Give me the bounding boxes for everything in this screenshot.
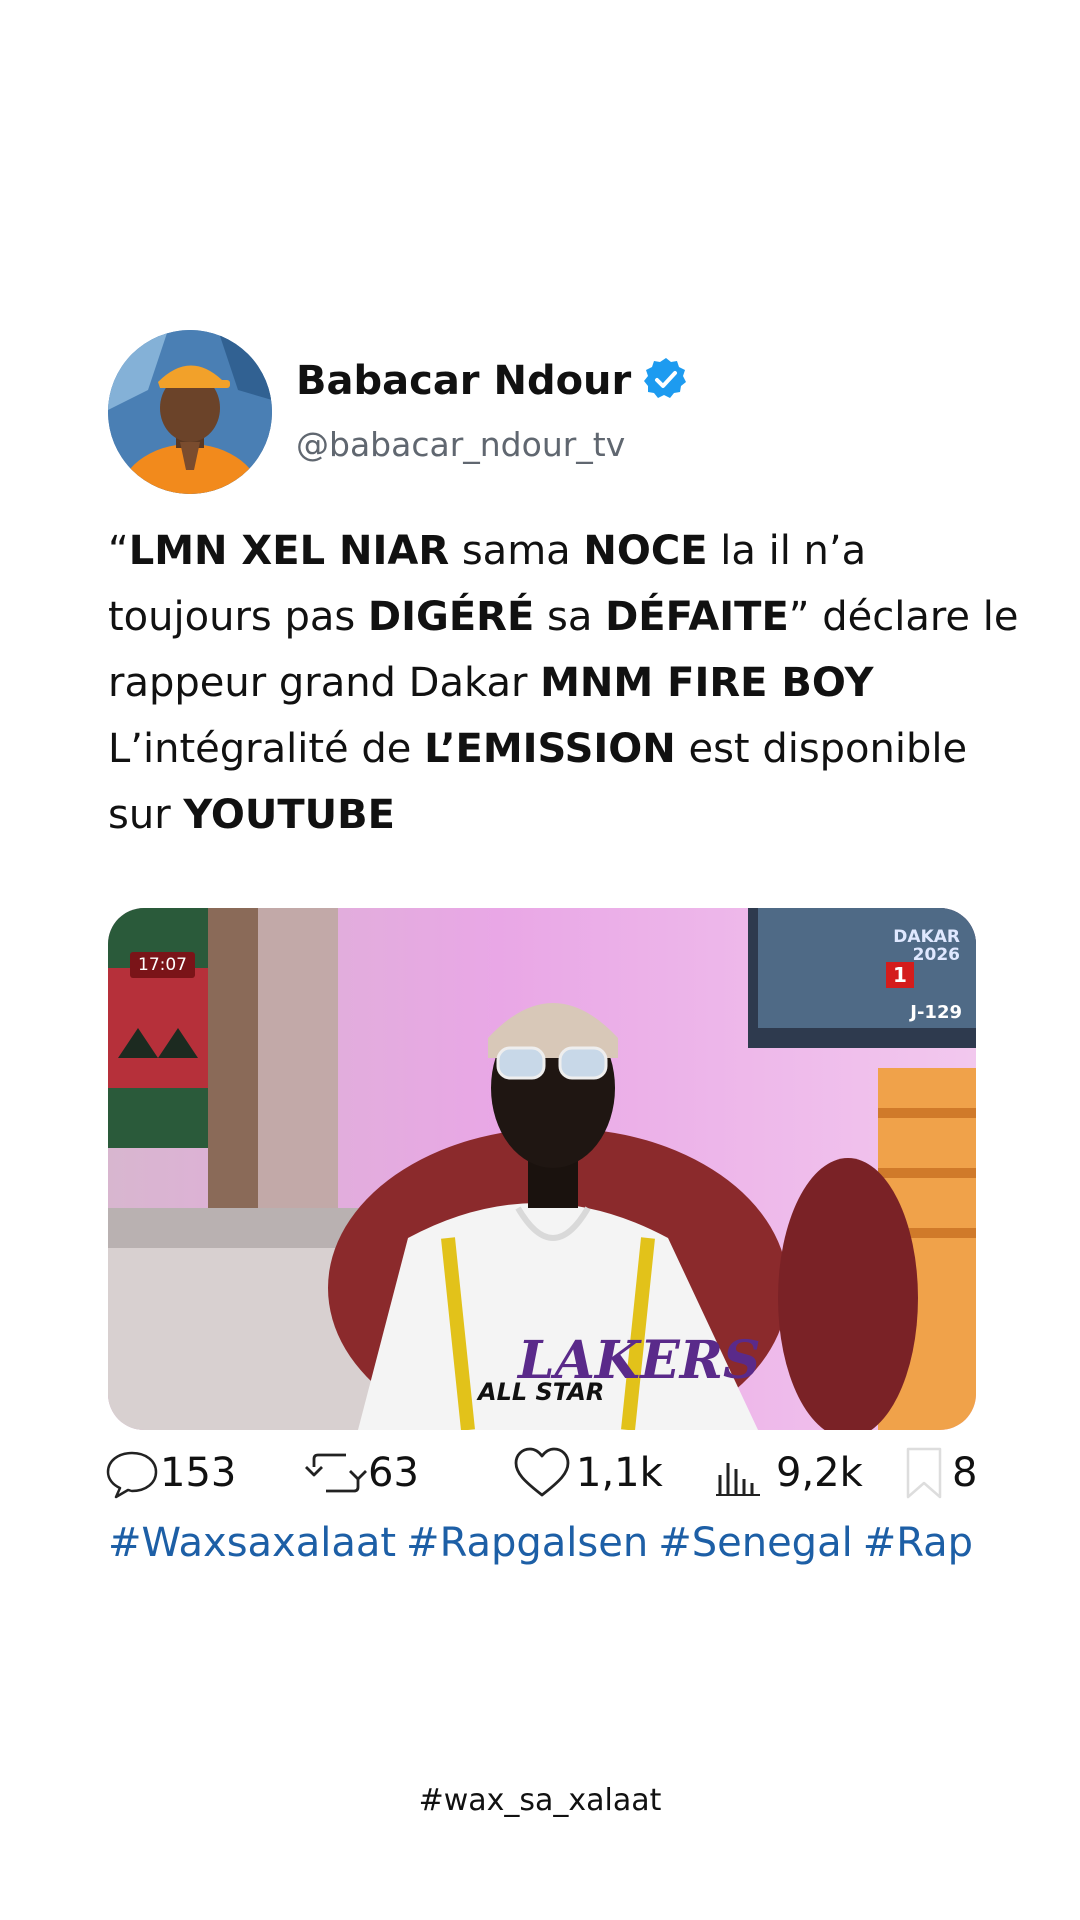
post-text-segment: sa xyxy=(534,594,606,640)
countdown-badge: J-129 xyxy=(910,1002,962,1023)
author-handle[interactable]: @babacar_ndour_tv xyxy=(296,425,625,464)
reply-count: 153 xyxy=(160,1450,237,1496)
author-name-text[interactable]: Babacar Ndour xyxy=(296,358,631,404)
bookmark-icon xyxy=(906,1447,942,1499)
post-text-segment: “ xyxy=(108,528,129,574)
bookmark-count: 8 xyxy=(952,1450,978,1496)
like-count: 1,1k xyxy=(576,1450,663,1496)
engagement-bar: 153 63 1,1k 9,2k 8 xyxy=(104,1440,984,1510)
author-avatar[interactable] xyxy=(108,330,272,494)
views-count: 9,2k xyxy=(776,1450,863,1496)
like-button[interactable]: 1,1k xyxy=(512,1440,663,1506)
reply-icon xyxy=(106,1451,158,1499)
avatar-image xyxy=(108,330,272,494)
post-author: Babacar Ndour @babacar_ndour_tv xyxy=(108,330,968,500)
bookmark-button[interactable]: 8 xyxy=(904,1440,977,1506)
repost-icon xyxy=(305,1453,367,1493)
post-text-segment: L’intégralité de xyxy=(108,726,425,772)
post-text: “LMN XEL NIAR sama NOCE la il n’a toujou… xyxy=(108,518,1038,848)
hashtag-link[interactable]: #Rap xyxy=(863,1520,973,1566)
verified-badge-icon xyxy=(643,356,689,402)
post-text-emphasis: MNM FIRE BOY xyxy=(540,660,874,706)
repost-count: 63 xyxy=(368,1450,419,1496)
hashtag-link[interactable]: #Rapgalsen xyxy=(406,1520,648,1566)
author-name[interactable]: Babacar Ndour xyxy=(296,358,689,406)
hashtag-list: #Waxsaxalaat #Rapgalsen #Senegal #Rap xyxy=(108,1520,1008,1566)
views-chart-icon xyxy=(716,1463,760,1496)
hashtag-link[interactable]: #Waxsaxalaat xyxy=(108,1520,396,1566)
post-text-segment: sama xyxy=(449,528,584,574)
post-card: Babacar Ndour @babacar_ndour_tv “LMN XEL… xyxy=(0,0,1080,1920)
repost-button[interactable]: 63 xyxy=(304,1440,419,1506)
media-image: LAKERS xyxy=(108,908,976,1430)
footer-tag: #wax_sa_xalaat xyxy=(418,1783,662,1818)
media-timestamp: 17:07 xyxy=(130,952,195,978)
views-button[interactable]: 9,2k xyxy=(712,1440,863,1506)
jersey-label: ALL STAR xyxy=(478,1378,605,1406)
post-text-emphasis: NOCE xyxy=(583,528,708,574)
post-media[interactable]: LAKERS 17:07 DAKAR 2026 1 J-129 ALL STAR xyxy=(108,908,976,1430)
post-text-emphasis: DÉFAITE xyxy=(605,594,789,640)
event-badge-line1: DAKAR xyxy=(893,927,960,947)
post-text-emphasis: L’EMISSION xyxy=(424,726,676,772)
event-badge: DAKAR 2026 xyxy=(893,928,960,964)
hashtag-link[interactable]: #Senegal xyxy=(658,1520,853,1566)
channel-badge: 1 xyxy=(886,962,914,988)
reply-button[interactable]: 153 xyxy=(104,1440,236,1506)
post-text-emphasis: LMN XEL NIAR xyxy=(128,528,450,574)
heart-icon xyxy=(514,1447,570,1497)
post-text-emphasis: YOUTUBE xyxy=(183,792,395,838)
post-text-emphasis: DIGÉRÉ xyxy=(367,594,535,640)
